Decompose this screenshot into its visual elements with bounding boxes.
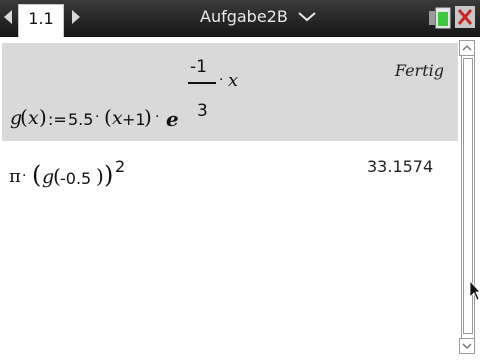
paren-close: ) [104, 161, 114, 189]
argument: -0.5 [60, 169, 92, 188]
exponent-numerator: -1 [190, 57, 207, 77]
euler-e: e [166, 107, 179, 131]
battery-icon [429, 7, 451, 29]
var-name: x [28, 107, 39, 129]
chevron-left-icon[interactable] [4, 10, 12, 24]
scrollbar[interactable] [459, 40, 477, 356]
mouse-pointer-icon [470, 281, 480, 301]
result-value: 33.1574 [367, 157, 434, 176]
dot-op: · [155, 109, 160, 125]
close-icon[interactable] [455, 6, 475, 28]
dot-op: · [95, 109, 100, 125]
dot-op: · [22, 168, 27, 184]
tab-label: 1.1 [28, 9, 54, 28]
paren-open: ( [20, 105, 28, 129]
power-exponent: 2 [115, 157, 126, 176]
chevron-up-icon [462, 44, 472, 51]
calculator-history: g ( x ) := 5.5 · ( x +1 ) · e -1 3 · x F… [0, 37, 480, 360]
dot-op: · [219, 72, 224, 88]
document-title[interactable]: Aufgabe2B [200, 7, 288, 26]
paren-close: ) [144, 105, 152, 129]
paren-open: ( [104, 105, 112, 129]
scroll-up-button[interactable] [459, 40, 475, 56]
plus-one: +1 [122, 110, 146, 129]
exponent-var: x [228, 70, 239, 91]
paren-open: ( [32, 161, 42, 189]
tab-1-1[interactable]: 1.1 [18, 4, 64, 37]
exponent-denominator: 3 [197, 101, 208, 121]
fraction-bar [188, 82, 216, 84]
scroll-down-button[interactable] [459, 338, 475, 354]
chevron-down-icon [462, 343, 472, 350]
define-op: := [48, 110, 67, 129]
coefficient: 5.5 [68, 110, 94, 129]
paren-close: ) [96, 164, 104, 188]
history-entry-1[interactable]: g ( x ) := 5.5 · ( x +1 ) · e -1 3 · x F… [2, 43, 458, 141]
paren-close: ) [39, 105, 47, 129]
chevron-down-icon[interactable] [298, 12, 316, 22]
title-bar: 1.1 Aufgabe2B [0, 0, 480, 37]
pi-symbol: π [9, 166, 21, 187]
result-value: Fertig [394, 61, 444, 80]
chevron-right-icon[interactable] [72, 10, 80, 24]
